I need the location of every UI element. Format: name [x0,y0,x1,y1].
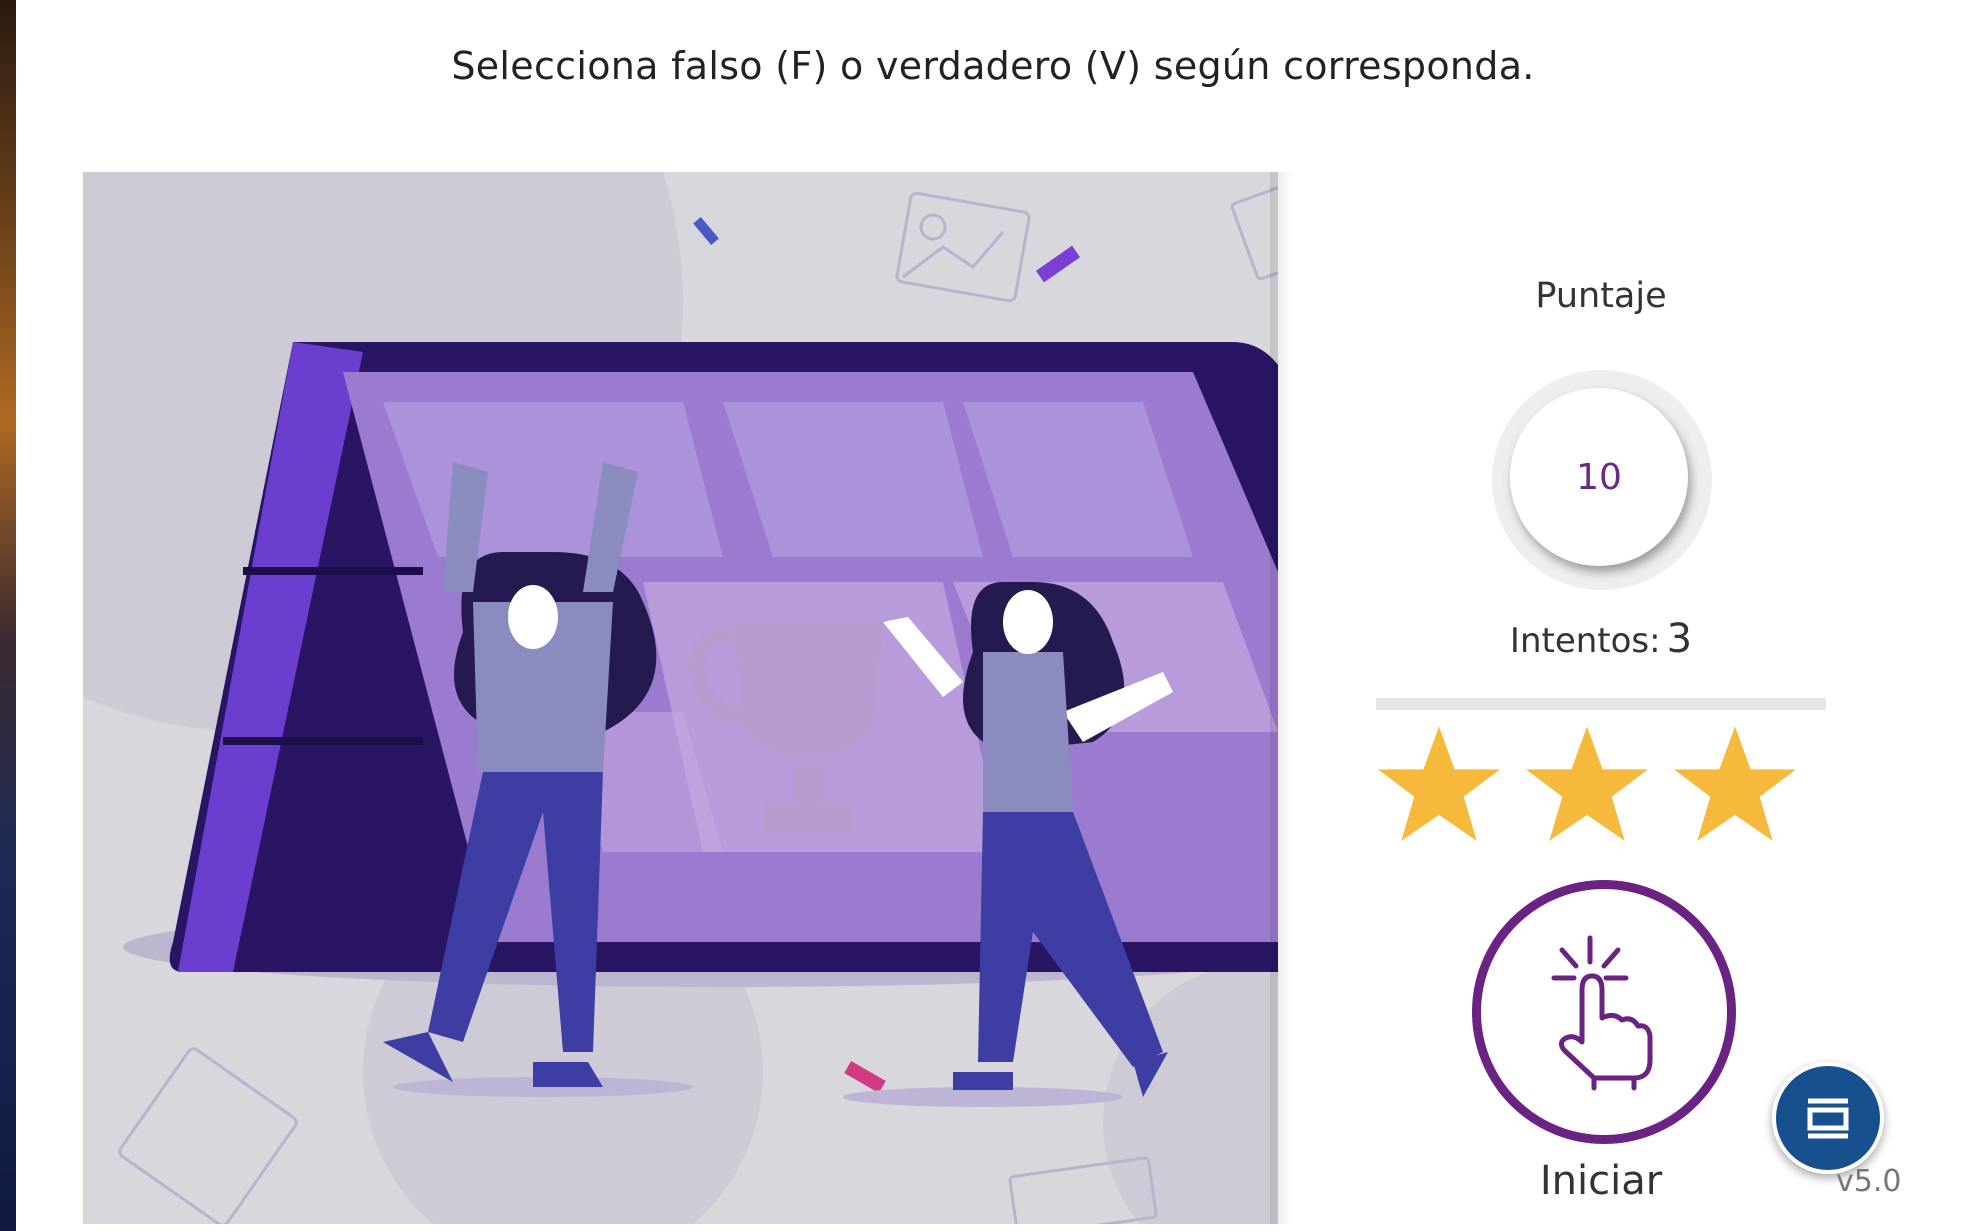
star-rating [1374,720,1834,860]
progress-bar [1376,698,1826,710]
window-panel-icon [1807,1098,1849,1139]
score-title: Puntaje [1535,276,1667,316]
star-icon [1377,726,1501,841]
attempts-label: Intentos: [1509,621,1661,661]
attempts-row: Intentos: 3 [1296,616,1906,662]
background-edge [0,0,16,1231]
instruction-text: Selecciona falso (F) o verdadero (V) seg… [451,44,1535,88]
panel-divider-shadow [1270,172,1294,1224]
hand-pointer-click-icon [1551,935,1653,1091]
score-value: 10 [1510,388,1688,566]
start-button[interactable] [1472,880,1736,1144]
star-icon [1525,726,1649,841]
version-label: v5.0 [1836,1164,1902,1199]
celebration-illustration [83,172,1278,1224]
score-ring: 10 [1492,370,1712,590]
star-icon [1673,726,1797,841]
attempts-value: 3 [1666,616,1693,662]
menu-fab-button[interactable] [1772,1062,1884,1174]
